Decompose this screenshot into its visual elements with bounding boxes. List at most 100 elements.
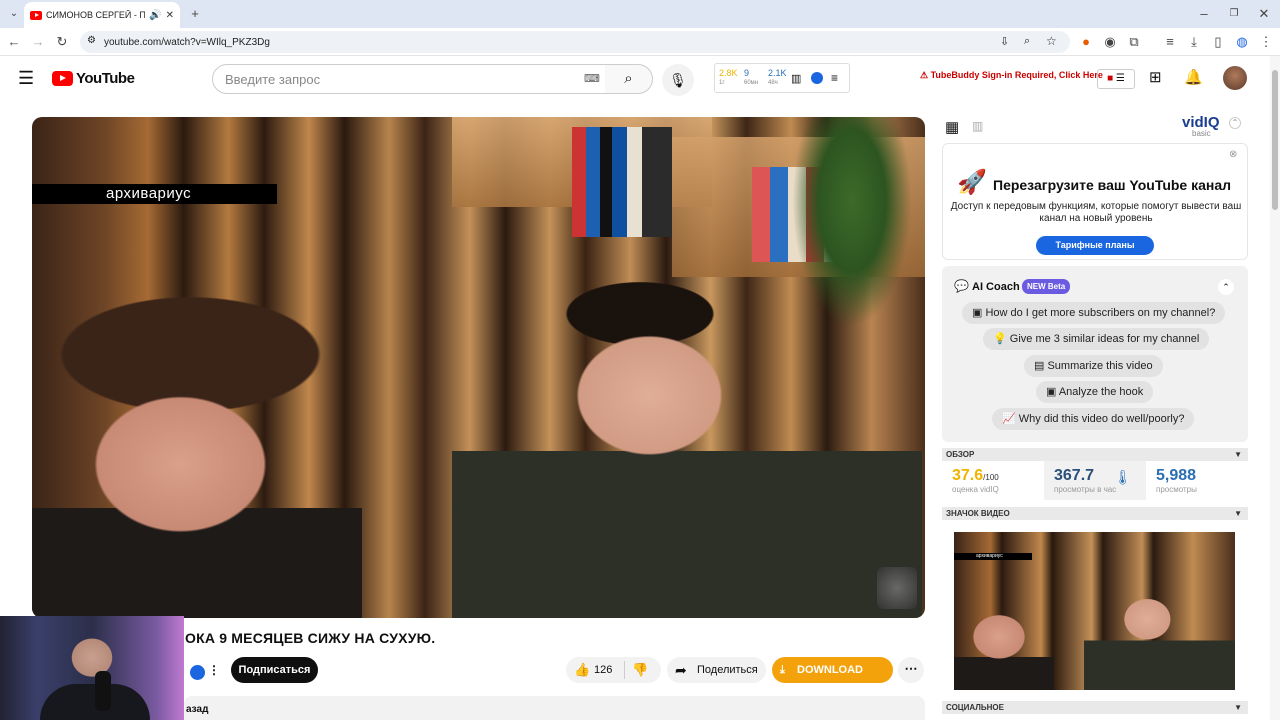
share-icon: ➦ — [675, 662, 687, 678]
social-section-header[interactable]: СОЦИАЛЬНОЕ ▼ — [942, 701, 1248, 714]
coach-prompt-label: Summarize this video — [1047, 360, 1153, 372]
tubebuddy-signin-link[interactable]: ⚠ TubeBuddy Sign-in Required, Click Here — [920, 70, 1103, 81]
description-text: азад — [186, 704, 209, 715]
forward-icon[interactable]: → — [30, 34, 46, 50]
youtube-logo-text: YouTube — [76, 70, 135, 87]
ai-coach-title: AI Coach — [972, 281, 1020, 293]
description-box[interactable]: азад — [184, 696, 925, 720]
video-caption: архивариус — [32, 184, 277, 204]
extension-vidiq-icon[interactable]: ◉ — [1102, 34, 1118, 50]
address-bar[interactable]: ⚙ youtube.com/watch?v=WIlq_PKZ3Dg ⇩ ⌕ ☆ — [80, 31, 1070, 53]
extension-flame-icon[interactable]: ● — [1078, 34, 1094, 50]
download-icon: ⤓ — [780, 664, 785, 676]
install-icon[interactable]: ⇩ — [1000, 35, 1009, 48]
thumbnail-section-header[interactable]: ЗНАЧОК ВИДЕО ▼ — [942, 507, 1248, 520]
create-video-icon[interactable]: ⊞ — [1149, 68, 1162, 86]
new-beta-badge: NEW Beta — [1022, 279, 1071, 294]
minimize-icon[interactable]: – — [1196, 6, 1212, 22]
bookmark-star-icon[interactable]: ☆ — [1046, 34, 1057, 48]
video-thumbnail[interactable]: архивариус — [954, 532, 1235, 690]
restore-icon[interactable]: ❐ — [1226, 6, 1242, 22]
close-promo-icon[interactable]: ⊗ — [1229, 149, 1237, 160]
channel-options-icon[interactable]: ⋮ — [208, 663, 220, 677]
channel-stats-widget[interactable]: 2.8K 1г 9 60мн 2.1K 48ч ▥ ≡ — [714, 63, 850, 93]
dislike-icon[interactable]: 👎 — [632, 662, 648, 678]
stat-value: 2.1K — [768, 68, 787, 78]
coach-prompt-button[interactable]: ▣ How do I get more subscribers on my ch… — [962, 302, 1226, 324]
expand-icon: ▼ — [1234, 509, 1242, 518]
views-hour-label: просмотры в час — [1054, 485, 1117, 494]
subscribe-button[interactable]: Подписаться — [231, 657, 318, 683]
coach-prompt-button[interactable]: 💡 Give me 3 similar ideas for my channel — [983, 328, 1210, 350]
views-label: просмотры — [1156, 485, 1197, 494]
youtube-favicon-icon — [30, 10, 42, 20]
stat-label: 1г — [719, 80, 725, 86]
browser-menu-icon[interactable]: ⋮ — [1258, 34, 1274, 50]
voice-search-button[interactable]: 🎙 — [662, 64, 694, 96]
zoom-icon[interactable]: ⌕ — [1024, 35, 1030, 48]
youtube-header: ☰ YouTube Введите запрос ⌨ ⌕ 🎙 2.8K 1г 9 6… — [0, 56, 1280, 104]
speaker-icon[interactable]: 🔊 — [149, 10, 161, 21]
share-label: Поделиться — [697, 664, 758, 676]
coach-prompt-label: How do I get more subscribers on my chan… — [985, 307, 1216, 319]
stats-view-icon[interactable]: ▥ — [972, 119, 983, 133]
tab-search-chevron-icon[interactable]: ⌄ — [6, 6, 22, 22]
pricing-plans-button[interactable]: Тарифные планы — [1036, 236, 1154, 255]
channel-watermark-icon[interactable] — [877, 567, 917, 609]
coach-prompt-button[interactable]: ▣ Analyze the hook — [1036, 381, 1154, 403]
stat-value: 2.8K — [719, 68, 738, 78]
page-scrollbar[interactable] — [1270, 56, 1280, 720]
site-info-icon[interactable]: ⚙ — [87, 35, 96, 46]
total-views: 5,988 просмотры — [1146, 461, 1248, 500]
video-person-right — [452, 247, 922, 618]
share-button[interactable]: ➦ Поделиться — [667, 657, 766, 683]
views-per-hour: 367.7 просмотры в час 🌡 — [1044, 461, 1146, 500]
tab-title: СИМОНОВ СЕРГЕЙ - ПОКА — [46, 10, 146, 20]
search-button[interactable]: ⌕ — [605, 64, 653, 94]
reload-icon[interactable]: ↻ — [54, 34, 70, 50]
collapse-coach-icon[interactable]: ⌃ — [1218, 279, 1234, 295]
score-value: 37.6 — [952, 467, 984, 484]
vidiq-badge-icon[interactable] — [811, 72, 823, 84]
overview-metrics: 37.6/100 оценка vidIQ 367.7 просмотры в … — [942, 461, 1248, 500]
promo-title: Перезагрузите ваш YouTube канал — [993, 177, 1232, 193]
chat-icon: 💬 — [954, 279, 969, 293]
microphone-icon: 🎙 — [669, 72, 687, 88]
grid-view-icon[interactable]: ▦ — [945, 118, 959, 136]
more-actions-button[interactable]: ⋯ — [898, 657, 924, 683]
notifications-bell-icon[interactable]: 🔔 — [1184, 68, 1203, 86]
extensions-puzzle-icon[interactable]: ⧉ — [1126, 34, 1142, 50]
browser-tab[interactable]: СИМОНОВ СЕРГЕЙ - ПОКА 🔊 ✕ — [24, 2, 180, 28]
tubebuddy-menu-button[interactable]: ■ ☰ — [1097, 69, 1135, 89]
download-button[interactable]: ⤓ DOWNLOAD 1080p — [772, 657, 893, 702]
downloads-icon[interactable]: ⤓ — [1186, 34, 1202, 50]
guide-menu-icon[interactable]: ☰ — [18, 69, 34, 87]
window-close-icon[interactable]: ✕ — [1256, 6, 1272, 22]
new-tab-icon[interactable]: + — [187, 6, 203, 22]
video-icon: ▣ — [1046, 386, 1059, 398]
overview-section-header[interactable]: ОБЗОР ▼ — [942, 448, 1248, 461]
youtube-logo[interactable]: YouTube — [52, 70, 135, 87]
scrollbar-thumb[interactable] — [1272, 70, 1278, 210]
collapse-icon[interactable]: ⌃ — [1229, 117, 1241, 129]
vidiq-channel-icon[interactable] — [190, 665, 205, 680]
coach-prompt-button[interactable]: 📈 Why did this video do well/poorly? — [992, 408, 1195, 430]
video-player[interactable]: архивариус — [32, 117, 925, 618]
close-tab-icon[interactable]: ✕ — [166, 10, 174, 21]
video-title: ОКА 9 МЕСЯЦЕВ СИЖУ НА СУХУЮ. — [185, 630, 436, 646]
sidepanel-icon[interactable]: ▯ — [1210, 34, 1226, 50]
like-icon[interactable]: 👍 — [574, 662, 590, 678]
avatar[interactable] — [1223, 66, 1247, 90]
like-count: 126 — [594, 664, 613, 676]
reading-list-icon[interactable]: ≡ — [1162, 34, 1178, 50]
back-icon[interactable]: ← — [6, 34, 22, 50]
keyboard-icon[interactable]: ⌨ — [584, 72, 600, 85]
chart-icon[interactable]: ▥ — [791, 72, 801, 85]
stats-menu-icon[interactable]: ≡ — [831, 71, 838, 85]
video-person-left — [32, 252, 362, 618]
views-hour-value: 367.7 — [1054, 467, 1095, 484]
coach-prompt-button[interactable]: ▤ Summarize this video — [1024, 355, 1163, 377]
search-input[interactable]: Введите запрос — [212, 64, 606, 94]
webcam-overlay — [0, 616, 184, 720]
profile-icon[interactable]: ◍ — [1234, 34, 1250, 50]
